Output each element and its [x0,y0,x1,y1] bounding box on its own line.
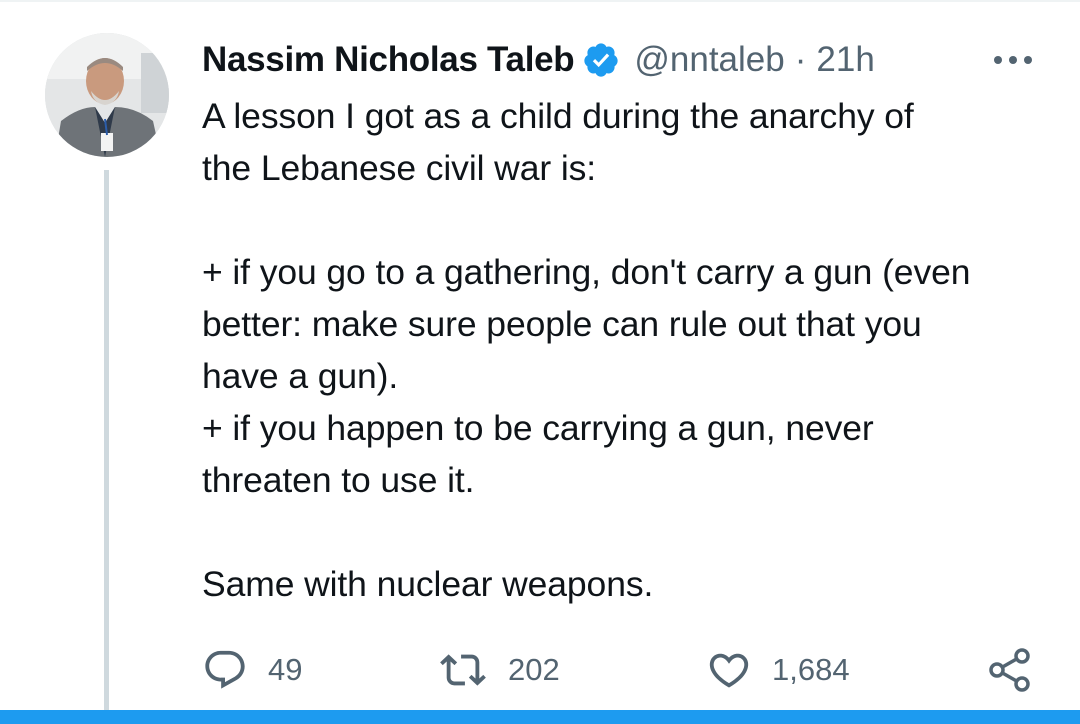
tweet-card[interactable]: Nassim Nicholas Taleb @nntaleb · 21h A l… [0,0,1080,724]
reply-icon [205,650,245,689]
divider [0,0,1080,2]
tweet-header: Nassim Nicholas Taleb @nntaleb · 21h [202,36,1052,84]
author-name[interactable]: Nassim Nicholas Taleb [202,40,575,80]
retweet-button[interactable]: 202 [438,642,560,698]
avatar[interactable] [45,33,169,157]
share-button[interactable] [986,642,1034,698]
thread-connector-line [104,170,109,712]
accent-bar [0,710,1080,724]
tweet-text: A lesson I got as a child during the ana… [202,96,971,604]
heart-icon [709,653,749,688]
reply-count: 49 [268,652,303,687]
tweet-content: Nassim Nicholas Taleb @nntaleb · 21h A l… [202,36,1052,610]
like-button[interactable]: 1,684 [706,642,850,698]
retweet-icon [440,654,486,686]
author-handle[interactable]: @nntaleb [634,40,784,80]
more-options-button[interactable] [990,44,1036,76]
timestamp[interactable]: 21h [816,40,874,80]
verified-badge-icon [582,41,620,79]
reply-button[interactable]: 49 [202,642,302,698]
more-options-icon [994,56,1032,64]
share-icon [989,648,1030,692]
separator-dot: · [794,40,807,79]
avatar-image [45,33,169,157]
tweet-actions: 49 202 1,684 [202,642,1052,702]
like-count: 1,684 [772,652,850,687]
retweet-count: 202 [508,652,560,687]
